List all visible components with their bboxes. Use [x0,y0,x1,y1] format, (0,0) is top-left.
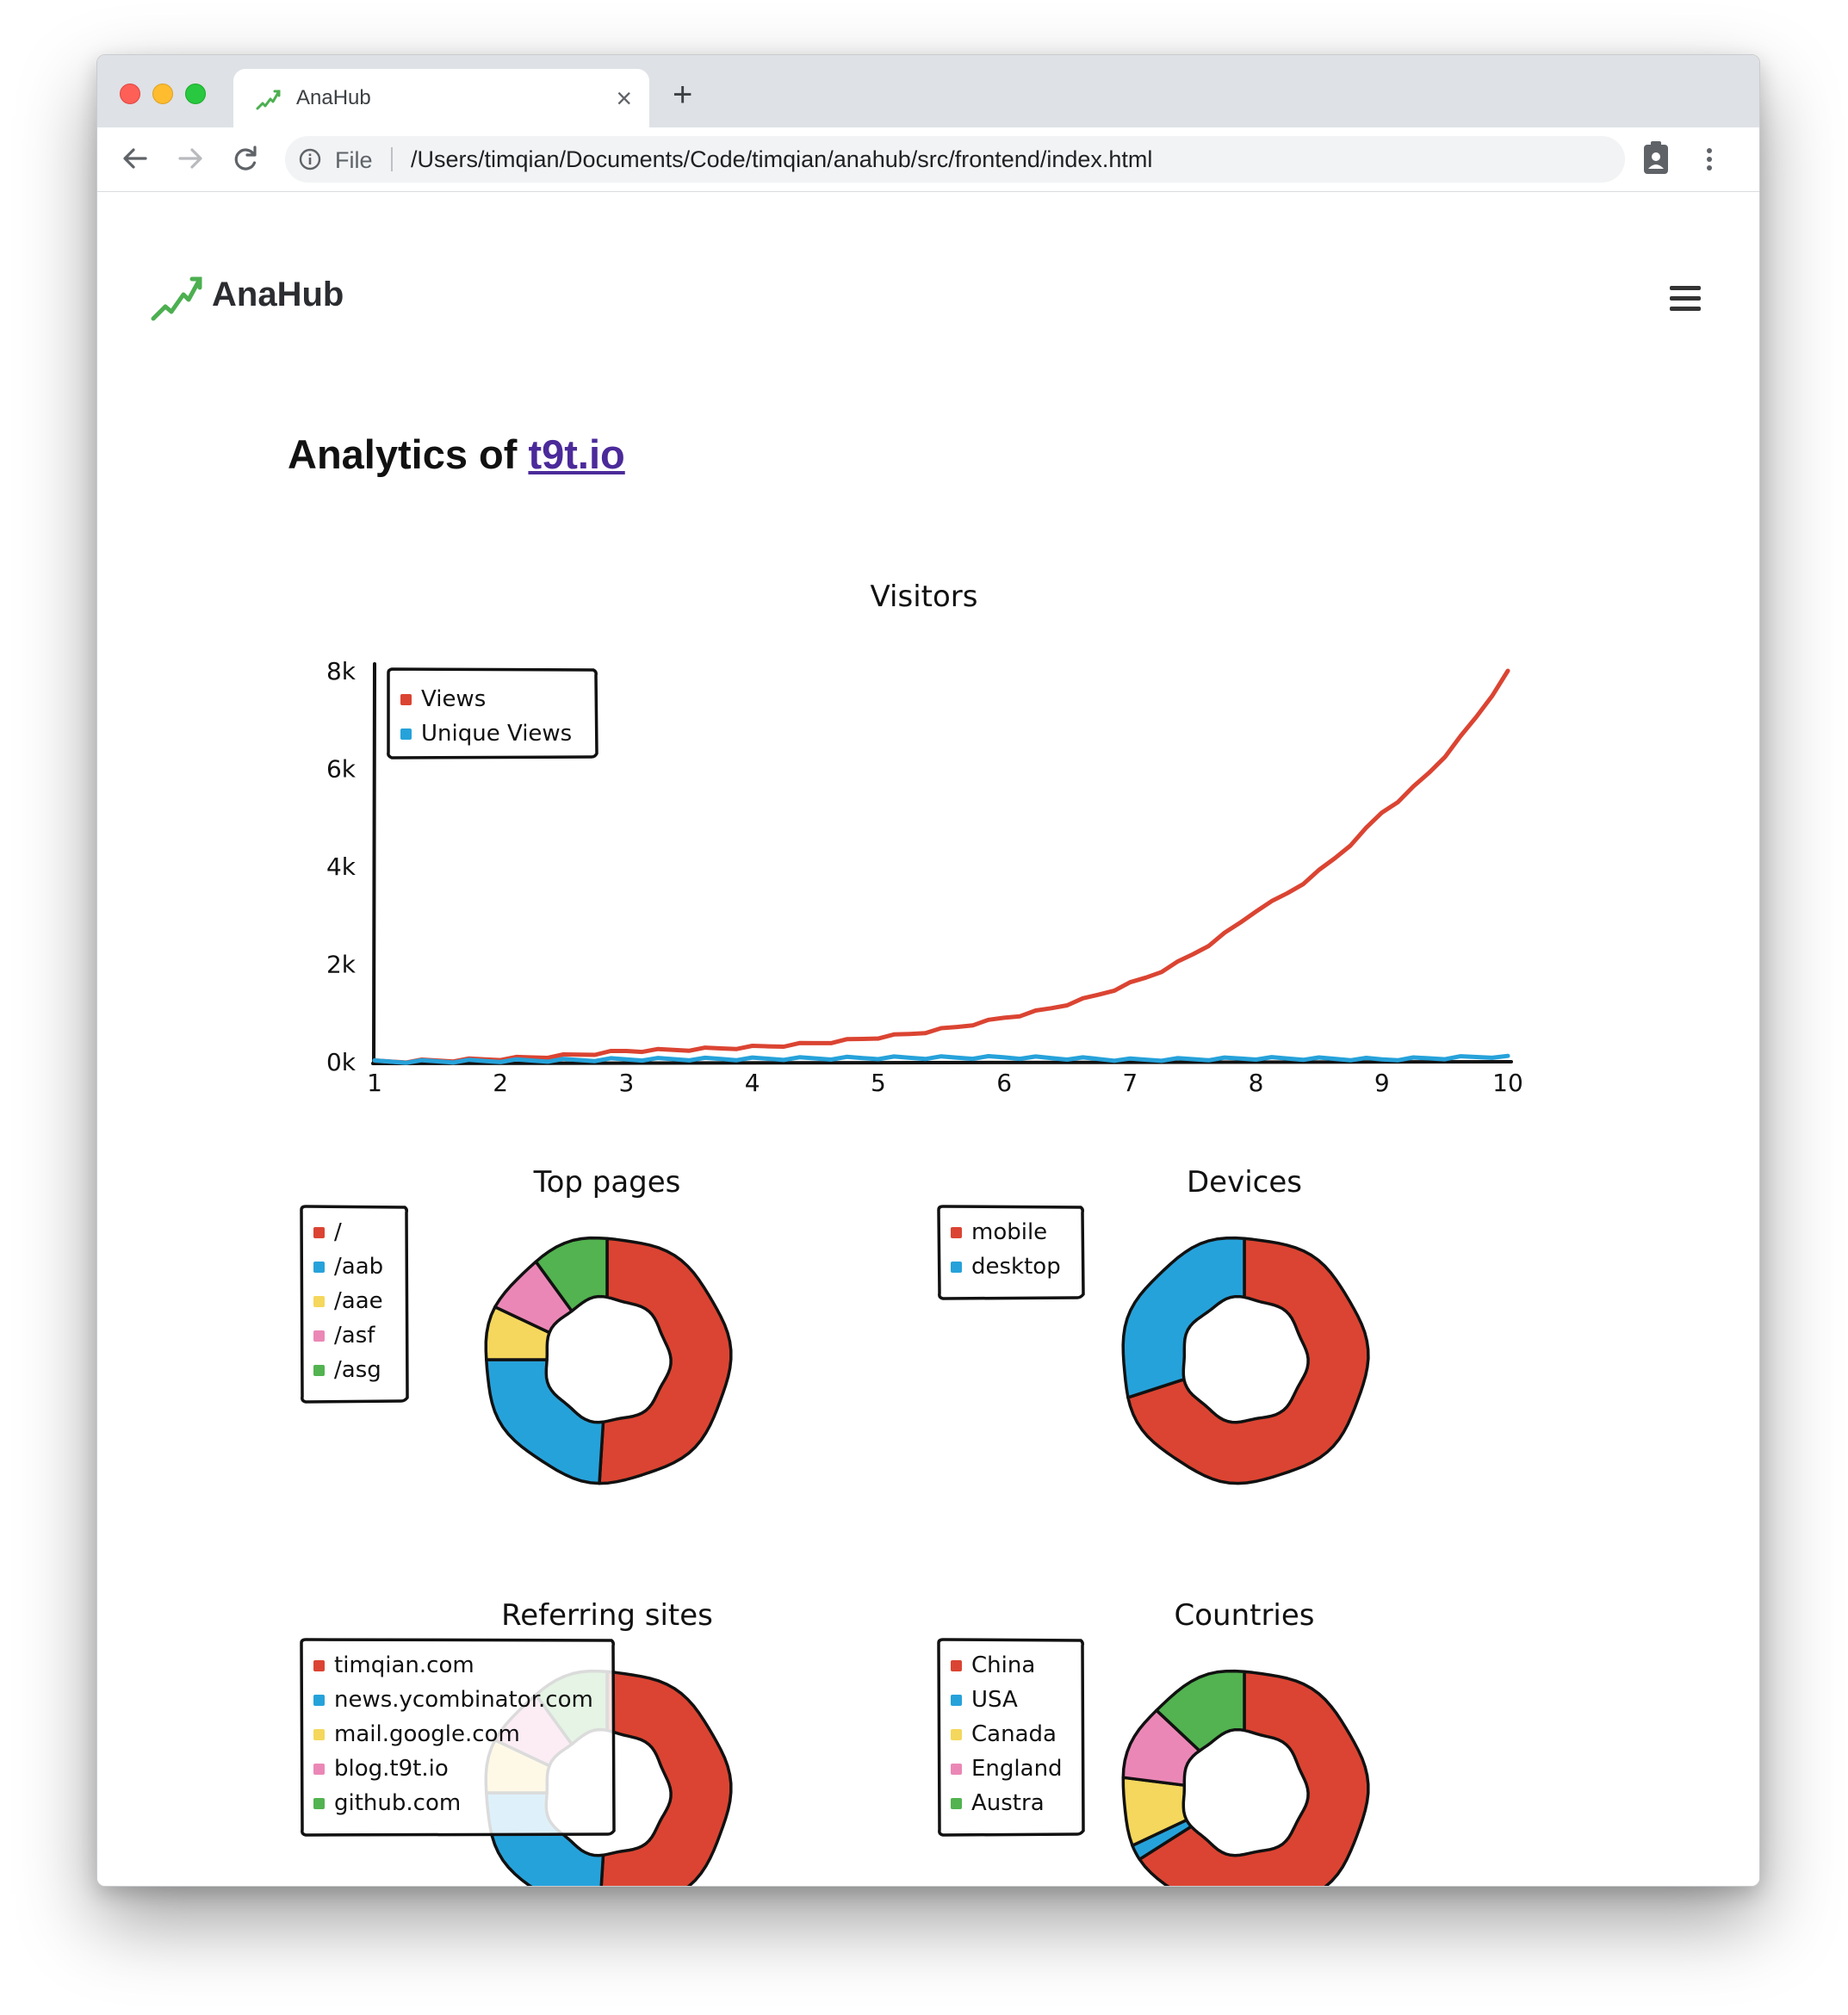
legend-swatch [951,1695,962,1706]
x-tick-label: 3 [619,1069,635,1097]
browser-toolbar: File /Users/timqian/Documents/Code/timqi… [97,127,1759,192]
legend-label: /aab [334,1254,383,1280]
y-tick-label: 6k [326,755,357,784]
page-content: AnaHub Analytics of t9t.io Visitors 0k 2k 4… [97,193,1759,1886]
tab-title: AnaHub [296,86,371,109]
pie-slice [598,1237,733,1485]
legend-swatch [313,1365,325,1376]
legend-label: mobile [971,1219,1047,1245]
x-tick-label: 8 [1249,1069,1264,1097]
y-tick-label: 4k [326,852,357,881]
chart-title-visitors: Visitors [871,580,978,614]
legend-swatch [313,1296,325,1307]
legend-swatch [951,1262,962,1273]
chart-title: Top pages [533,1165,681,1200]
legend-label: Austra [971,1790,1045,1816]
legend-label: mail.google.com [334,1721,520,1747]
legend-swatch [313,1798,325,1809]
legend-label: /asf [334,1323,375,1348]
scheme-label: File [335,147,373,173]
browser-tab[interactable]: AnaHub × [233,69,649,127]
legend-swatch [951,1660,962,1671]
browser-window: AnaHub × + File /Users/timqian/Documents… [96,54,1760,1887]
legend-swatch [313,1330,325,1342]
legend-label: /aae [334,1288,383,1314]
title-bar: AnaHub × + [97,55,1759,127]
legend-swatch [313,1695,325,1706]
legend-swatch [313,1729,325,1740]
maximize-window-button[interactable] [185,84,206,104]
legend-swatch [951,1227,962,1238]
pie-slice [599,1670,733,1886]
legend-swatch [313,1660,325,1671]
address-bar[interactable]: File /Users/timqian/Documents/Code/timqi… [285,136,1625,183]
x-tick-label: 10 [1492,1069,1523,1097]
x-tick-label: 1 [367,1069,382,1097]
legend-label: /asg [334,1357,381,1383]
legend-label: Views [421,686,486,712]
new-tab-button[interactable]: + [673,78,692,112]
more-options-icon[interactable] [1701,138,1718,181]
pie-slice [1121,1236,1246,1399]
legend-label: blog.t9t.io [334,1756,449,1782]
x-tick-label: 9 [1374,1069,1390,1097]
legend-label: Canada [971,1721,1057,1747]
x-tick-label: 6 [996,1069,1012,1097]
chart-title: Countries [1174,1598,1314,1633]
legend-swatch [400,728,412,740]
reload-icon [234,146,257,170]
info-icon[interactable] [299,148,321,170]
legend-label: news.ycombinator.com [334,1687,593,1713]
y-tick-label: 2k [326,951,357,979]
legend-label: England [971,1756,1063,1782]
legend-swatch [313,1764,325,1775]
x-tick-label: 7 [1122,1069,1138,1097]
legend-label: github.com [334,1790,461,1816]
url-text[interactable]: /Users/timqian/Documents/Code/timqian/an… [411,146,1152,173]
legend-swatch [951,1798,962,1809]
pie-slice [485,1358,605,1485]
back-arrow-icon [123,148,147,169]
x-tick-label: 4 [745,1069,760,1097]
chart-title: Devices [1187,1165,1302,1200]
legend-label: Unique Views [421,721,572,747]
legend-label: / [334,1219,342,1245]
minimize-window-button[interactable] [152,84,173,104]
legend-label: USA [971,1687,1018,1713]
legend-swatch [313,1227,325,1238]
legend-swatch [313,1262,325,1273]
y-tick-label: 8k [326,657,357,685]
legend-label: China [971,1652,1035,1678]
x-tick-label: 2 [493,1069,508,1097]
legend-label: desktop [971,1254,1061,1280]
close-tab-icon[interactable]: × [616,81,632,115]
chart-title: Referring sites [501,1598,713,1633]
back-button[interactable] [113,136,158,181]
charts-area: Visitors 0k 2k 4k 6k 8k 1 2 3 4 5 6 7 8 9 10 Views Unique… [300,580,1523,1886]
legend-label: timqian.com [334,1652,474,1678]
legend-swatch [951,1764,962,1775]
x-tick-label: 5 [871,1069,886,1097]
reload-button[interactable] [223,136,268,181]
url-divider [391,147,393,171]
legend-swatch [400,694,412,705]
extension-badge-icon[interactable] [1639,138,1673,179]
legend-swatch [951,1729,962,1740]
forward-arrow-icon [178,148,202,169]
y-axis-line [372,662,376,1065]
forward-button[interactable] [168,136,213,181]
close-window-button[interactable] [120,84,140,104]
trend-icon [256,90,281,110]
y-tick-label: 0k [326,1048,357,1076]
